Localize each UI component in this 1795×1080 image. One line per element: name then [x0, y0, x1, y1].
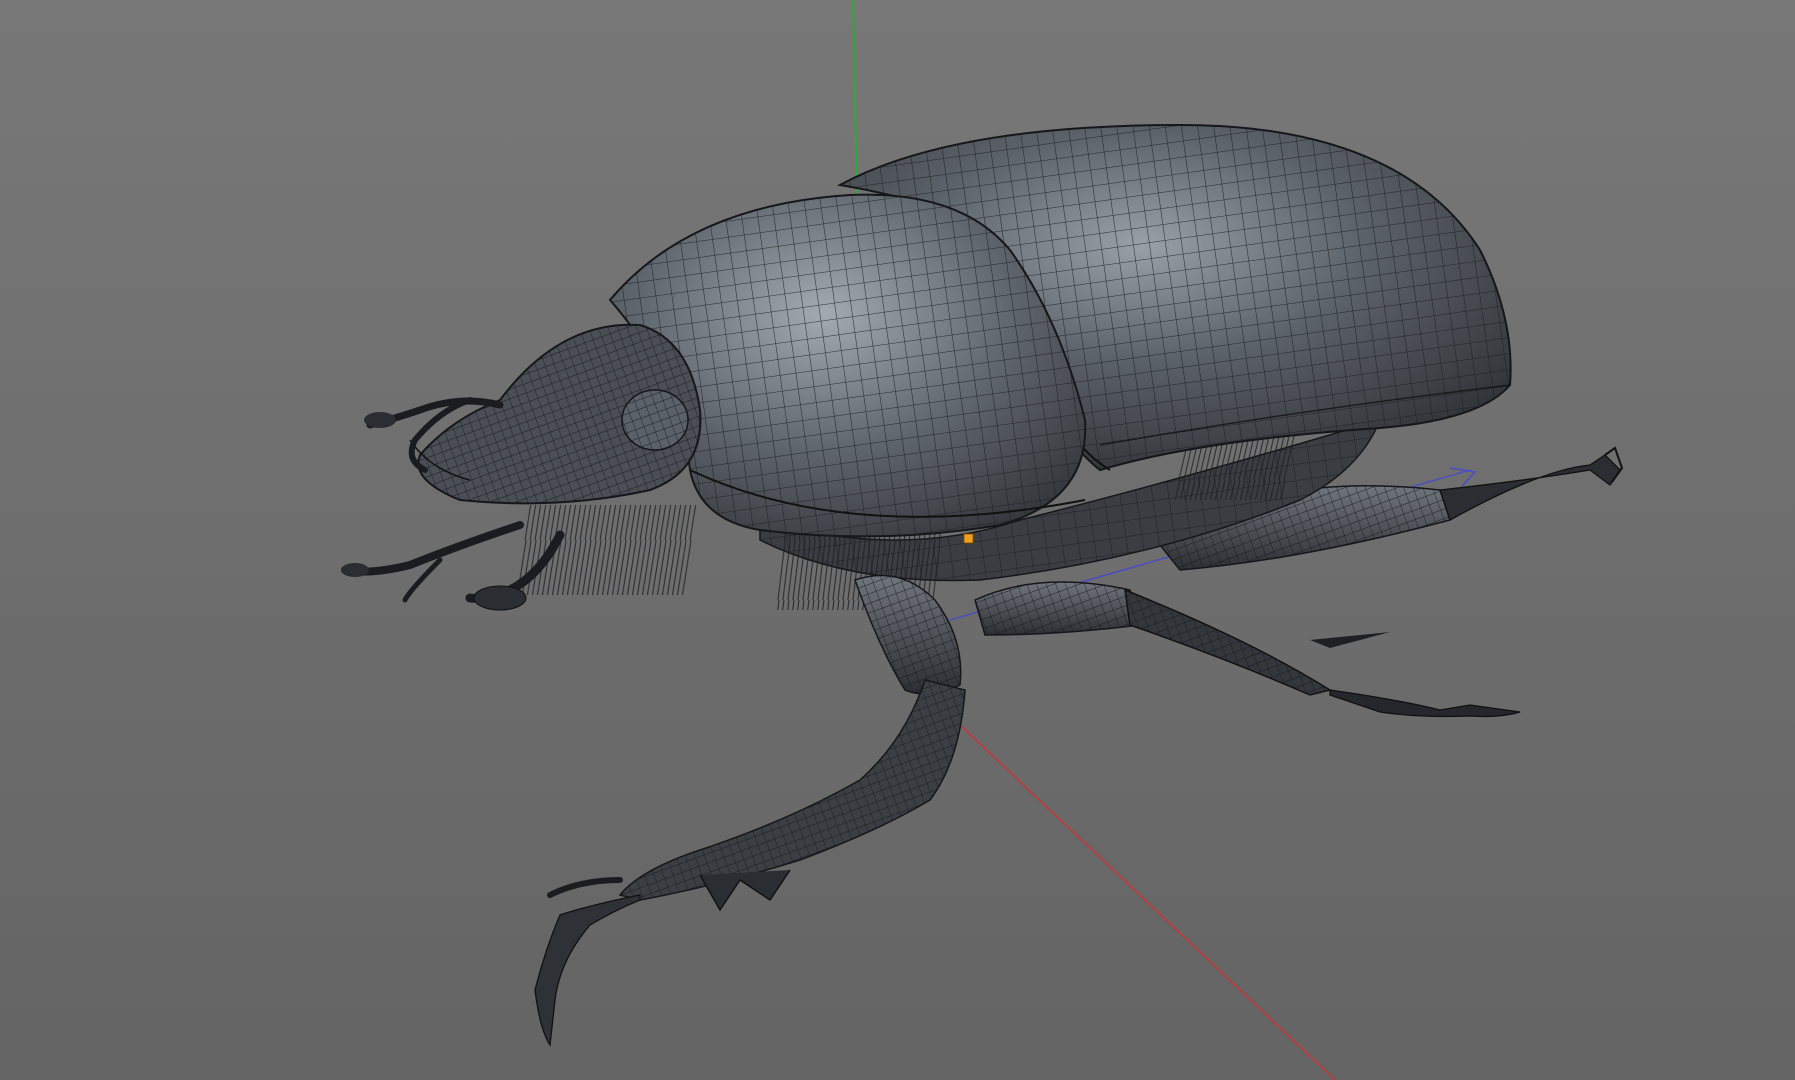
- pivot-handle[interactable]: [963, 533, 974, 544]
- 3d-viewport[interactable]: [0, 0, 1795, 1080]
- viewport-canvas[interactable]: [0, 0, 1795, 1080]
